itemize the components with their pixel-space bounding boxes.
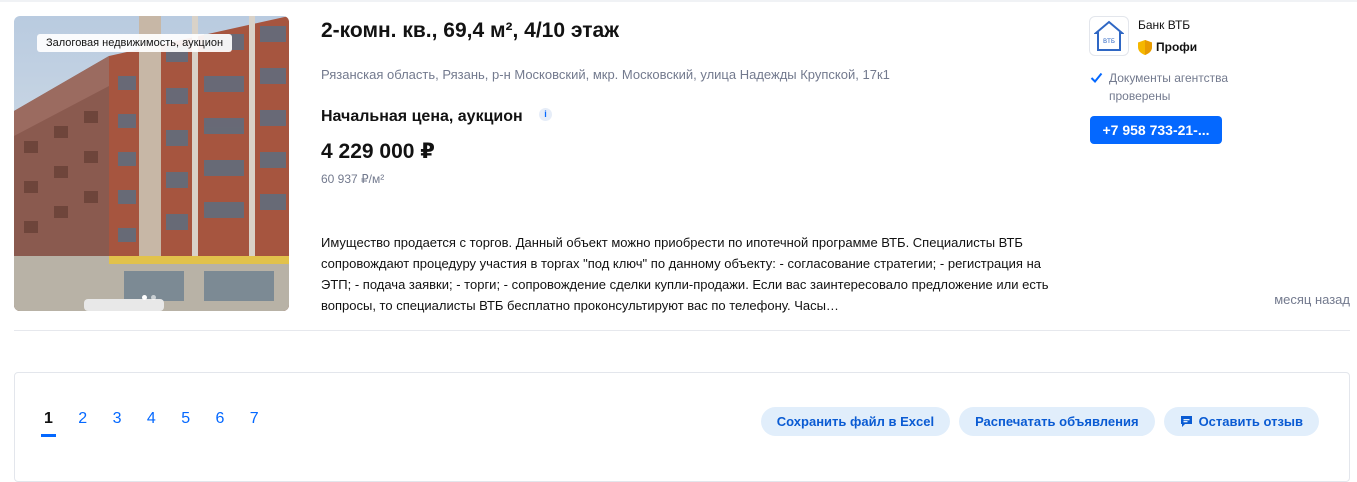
print-listings-button[interactable]: Распечатать объявления [959, 407, 1155, 436]
save-excel-button[interactable]: Сохранить файл в Excel [760, 407, 951, 436]
page-link-2[interactable]: 2 [78, 408, 112, 437]
price-per-square-meter: 60 937 ₽/м² [321, 172, 385, 186]
verified-text: Документы агентства проверены [1109, 71, 1229, 103]
agency-verified: Документы агентства проверены [1090, 69, 1259, 105]
page-link-7[interactable]: 7 [250, 408, 284, 437]
page-number: 1 [41, 408, 56, 437]
page-link-1[interactable]: 1 [41, 408, 78, 437]
leave-feedback-label: Оставить отзыв [1198, 414, 1303, 429]
leave-feedback-button[interactable]: Оставить отзыв [1163, 407, 1319, 436]
carousel-dot-2[interactable] [151, 295, 156, 300]
posted-time: месяц назад [1274, 292, 1350, 307]
page-link-5[interactable]: 5 [181, 408, 215, 437]
profi-badge: Профи [1138, 39, 1197, 55]
listing-photo[interactable]: Залоговая недвижимость, аукцион [14, 16, 289, 311]
agent-logo[interactable]: ВТБ [1089, 16, 1129, 56]
listing-description: Имущество продается с торгов. Данный объ… [321, 232, 1061, 316]
page-link-3[interactable]: 3 [113, 408, 147, 437]
building-photo-image [14, 16, 289, 311]
listing-price: 4 229 000 ₽ [321, 140, 435, 163]
list-actions: Сохранить файл в Excel Распечатать объяв… [760, 407, 1319, 436]
shield-icon [1138, 39, 1152, 55]
carousel-dot-1[interactable] [142, 295, 147, 300]
description-text: Имущество продается с торгов. Данный объ… [321, 235, 1049, 313]
page-link-6[interactable]: 6 [215, 408, 249, 437]
listing-divider [14, 330, 1350, 331]
profi-badge-label: Профи [1156, 40, 1198, 54]
photo-carousel-dots[interactable] [142, 295, 156, 300]
listing-type-badge: Залоговая недвижимость, аукцион [37, 34, 233, 52]
top-divider [0, 0, 1357, 2]
show-phone-button[interactable]: +7 958 733-21-... [1090, 116, 1222, 144]
checkmark-icon [1090, 72, 1103, 83]
price-label: Начальная цена, аукцион [321, 108, 523, 125]
agent-name[interactable]: Банк ВТБ [1138, 18, 1190, 33]
chat-icon [1180, 416, 1192, 427]
info-icon[interactable]: i [539, 108, 552, 121]
print-listings-label: Распечатать объявления [975, 414, 1139, 429]
pagination: 1 2 3 4 5 6 7 [41, 408, 284, 437]
house-logo-icon: ВТБ [1094, 20, 1124, 51]
listing-address: Рязанская область, Рязань, р-н Московски… [321, 67, 890, 82]
svg-text:ВТБ: ВТБ [1103, 38, 1115, 45]
save-excel-label: Сохранить файл в Excel [776, 414, 935, 429]
page-link-4[interactable]: 4 [147, 408, 181, 437]
listing-title[interactable]: 2-комн. кв., 69,4 м², 4/10 этаж [321, 18, 619, 44]
